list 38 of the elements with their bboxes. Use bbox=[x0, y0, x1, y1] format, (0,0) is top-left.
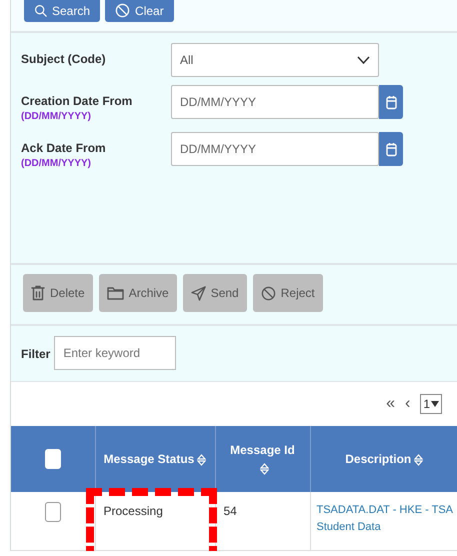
previous-page-button[interactable]: ‹ bbox=[404, 392, 410, 416]
column-header[interactable]: Message Id bbox=[215, 426, 310, 492]
filter-label: Filter bbox=[21, 346, 50, 363]
subject-select[interactable]: All bbox=[171, 43, 379, 77]
sort-icon[interactable] bbox=[260, 462, 268, 475]
calendar-icon bbox=[386, 142, 396, 156]
clear-button[interactable]: Clear bbox=[105, 0, 174, 22]
filter-input[interactable]: Enter keyword bbox=[54, 336, 176, 370]
page-select[interactable]: 1 bbox=[420, 394, 442, 414]
first-page-button[interactable]: « bbox=[386, 392, 395, 416]
field-label: Ack Date From bbox=[21, 140, 107, 156]
sort-icon[interactable] bbox=[414, 454, 424, 466]
select-all-checkbox[interactable] bbox=[44, 449, 61, 469]
date-input[interactable]: DD/MM/YYYY bbox=[171, 85, 379, 119]
calendar-button[interactable] bbox=[379, 132, 403, 166]
search-button[interactable]: Search bbox=[24, 0, 100, 22]
calendar-button[interactable] bbox=[379, 85, 403, 119]
folder-icon bbox=[106, 286, 124, 300]
calendar-icon bbox=[386, 94, 396, 110]
field-label: Creation Date From bbox=[21, 93, 134, 109]
search-icon bbox=[34, 4, 47, 17]
ban-icon bbox=[115, 3, 130, 18]
format-hint: (DD/MM/YYYY) bbox=[21, 157, 92, 171]
table-cell: 54 bbox=[224, 504, 237, 518]
column-header[interactable]: Message Status bbox=[95, 426, 215, 492]
row-checkbox[interactable] bbox=[44, 502, 61, 522]
table-cell: Processing bbox=[104, 504, 163, 518]
column-header[interactable]: Description bbox=[310, 426, 457, 492]
sort-icon[interactable] bbox=[197, 454, 206, 466]
description-link[interactable]: TSADATA.DAT - HKE - TSA Student Data bbox=[316, 502, 454, 535]
trash-icon bbox=[31, 285, 45, 301]
field-label: Subject (Code) bbox=[21, 51, 107, 67]
ban-icon bbox=[260, 286, 276, 300]
caret-icon bbox=[431, 401, 439, 407]
chevron-down-icon bbox=[357, 56, 370, 64]
format-hint: (DD/MM/YYYY) bbox=[21, 110, 92, 124]
date-input[interactable]: DD/MM/YYYY bbox=[171, 132, 379, 166]
paper-plane-icon bbox=[190, 286, 206, 300]
